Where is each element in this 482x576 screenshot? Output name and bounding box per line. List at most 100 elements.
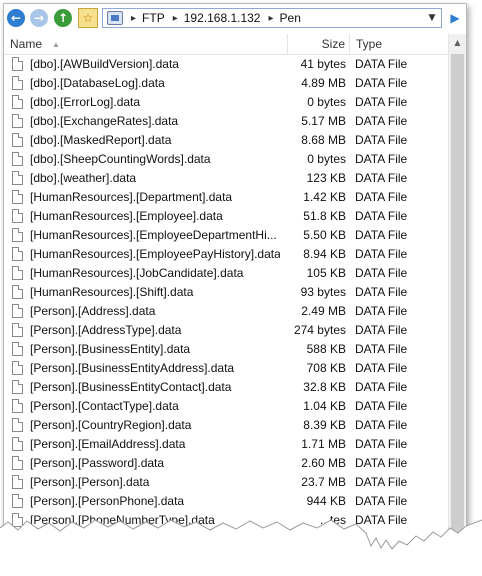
file-row[interactable]: [HumanResources].[EmployeePayHistory].da… [4, 245, 448, 264]
back-button[interactable]: ← [7, 9, 25, 27]
file-name: [Person].[Address].data [30, 304, 156, 318]
file-icon [12, 209, 23, 223]
file-row[interactable]: [Person].[BusinessEntity].data 588 KB DATA… [4, 340, 448, 359]
file-icon [12, 399, 23, 413]
file-name: [Person].[PhoneNumberType].data [30, 513, 215, 527]
breadcrumb-item[interactable]: Pen [280, 11, 301, 25]
file-icon [12, 57, 23, 71]
file-row[interactable]: [Person].[CountryRegion].data 8.39 KB DATA… [4, 416, 448, 435]
file-icon [12, 304, 23, 318]
file-row[interactable]: [Person].[EmailAddress].data 1.71 MB DATA … [4, 435, 448, 454]
file-row[interactable]: [Person].[PhoneNumberType].data ...tes DAT… [4, 511, 448, 530]
file-name: [dbo].[SheepCountingWords].data [30, 152, 211, 166]
file-size: 1.04 KB [303, 399, 346, 413]
file-type: DATA File [355, 133, 408, 147]
file-row[interactable]: [dbo].[DatabaseLog].data 4.89 MB DATA File [4, 74, 448, 93]
file-row[interactable]: [Person].[Address].data 2.49 MB DATA File [4, 302, 448, 321]
favorite-star-icon[interactable]: ☆ [78, 8, 98, 28]
file-row[interactable]: [Person].[BusinessEntityAddress].data 708… [4, 359, 448, 378]
chevron-down-icon[interactable]: ▼ [423, 9, 441, 27]
file-icon [12, 323, 23, 337]
file-icon [12, 513, 23, 527]
file-type: DATA File [355, 475, 408, 489]
file-row[interactable]: [dbo].[SheepCountingWords].data 0 bytes DA… [4, 150, 448, 169]
file-name: [Person].[BusinessEntity].data [30, 342, 191, 356]
column-header-size[interactable]: Size [287, 34, 349, 54]
file-icon [12, 494, 23, 508]
file-row[interactable]: [Person].[AddressType].data 274 bytes DATA… [4, 321, 448, 340]
column-header-row: Name ▲ Size Type [4, 34, 448, 55]
breadcrumb-item[interactable]: FTP [142, 11, 165, 25]
file-row[interactable]: [Person].[Password].data 2.60 MB DATA File [4, 454, 448, 473]
file-row[interactable]: [HumanResources].[Employee].data 51.8 KB D… [4, 207, 448, 226]
file-row[interactable]: [dbo].[AWBuildVersion].data 41 bytes DATA … [4, 55, 448, 74]
breadcrumb-separator-icon[interactable]: ▸ [131, 13, 136, 24]
file-row[interactable]: [Person].[ContactType].data 1.04 KB DATA F… [4, 397, 448, 416]
file-size: 8.68 MB [301, 133, 346, 147]
scroll-up-arrow-icon[interactable]: ▲ [449, 34, 466, 51]
file-name: [dbo].[ErrorLog].data [30, 95, 141, 109]
breadcrumb-item[interactable]: 192.168.1.132 [184, 11, 261, 25]
column-header-type[interactable]: Type [349, 34, 448, 54]
file-row[interactable]: [HumanResources].[Department].data 1.42 K… [4, 188, 448, 207]
breadcrumb-separator-icon[interactable]: ▸ [173, 13, 178, 24]
file-size: 1.71 MB [301, 437, 346, 451]
file-type: DATA File [355, 190, 408, 204]
file-size: 105 KB [306, 266, 346, 280]
file-icon [12, 342, 23, 356]
file-icon [12, 114, 23, 128]
breadcrumb-separator-icon[interactable]: ▸ [268, 13, 273, 24]
file-row[interactable]: [dbo].[MaskedReport].data 8.68 MB DATA Fil… [4, 131, 448, 150]
file-row[interactable]: [dbo].[weather].data 123 KB DATA File [4, 169, 448, 188]
file-size: 2.60 MB [301, 456, 346, 470]
expand-panel-button[interactable]: ▶ [446, 8, 464, 28]
file-name: [HumanResources].[EmployeeDepartmentHi..… [30, 228, 277, 242]
file-size: 708 KB [306, 361, 346, 375]
scrollbar-thumb[interactable] [451, 54, 464, 534]
file-icon [12, 133, 23, 147]
column-header-name-label: Name [10, 37, 43, 51]
file-size: 32.8 KB [303, 380, 346, 394]
file-row[interactable]: [dbo].[ErrorLog].data 0 bytes DATA File [4, 93, 448, 112]
file-size: 8.39 KB [303, 418, 346, 432]
vertical-scrollbar[interactable]: ▲ [448, 34, 466, 552]
up-folder-button[interactable]: ↑ [54, 9, 72, 27]
file-type: DATA File [355, 152, 408, 166]
file-icon [12, 285, 23, 299]
file-icon [12, 456, 23, 470]
forward-button[interactable]: → [30, 9, 48, 27]
file-row[interactable]: [Person].[BusinessEntityContact].data 32.… [4, 378, 448, 397]
file-row[interactable]: [HumanResources].[EmployeeDepartmentHi..… [4, 226, 448, 245]
file-row[interactable]: [dbo].[ExchangeRates].data 5.17 MB DATA Fi… [4, 112, 448, 131]
file-row[interactable]: [Person].[PersonPhone].data 944 KB DATA Fi… [4, 492, 448, 511]
file-row[interactable]: [HumanResources].[Shift].data 93 bytes DAT… [4, 283, 448, 302]
file-row[interactable]: [Person].[Person].data 23.7 MB DATA File [4, 473, 448, 492]
file-icon [12, 418, 23, 432]
file-name: [Person].[BusinessEntityContact].data [30, 380, 232, 394]
file-icon [12, 380, 23, 394]
file-name: [HumanResources].[Department].data [30, 190, 233, 204]
file-size: 274 bytes [293, 323, 346, 337]
file-name: [dbo].[DatabaseLog].data [30, 76, 165, 90]
file-type: DATA File [355, 494, 408, 508]
file-size: 2.49 MB [301, 304, 346, 318]
file-name: [HumanResources].[Employee].data [30, 209, 223, 223]
file-type: DATA File [355, 285, 408, 299]
file-type: DATA File [355, 361, 408, 375]
file-name: [Person].[CountryRegion].data [30, 418, 192, 432]
file-type: DATA File [355, 513, 408, 527]
file-icon [12, 171, 23, 185]
file-type: DATA File [355, 323, 408, 337]
file-size: 4.89 MB [301, 76, 346, 90]
sort-ascending-icon: ▲ [52, 39, 60, 49]
file-size: 0 bytes [307, 152, 346, 166]
column-header-name[interactable]: Name ▲ [10, 34, 285, 54]
file-row[interactable]: [HumanResources].[JobCandidate].data 105 … [4, 264, 448, 283]
file-type: DATA File [355, 456, 408, 470]
file-name: [Person].[AddressType].data [30, 323, 182, 337]
file-size: ...tes [319, 513, 346, 527]
file-type: DATA File [355, 114, 408, 128]
file-icon [12, 152, 23, 166]
file-icon [12, 76, 23, 90]
address-bar[interactable]: ▸ FTP ▸ 192.168.1.132 ▸ Pen ▼ [102, 8, 442, 28]
